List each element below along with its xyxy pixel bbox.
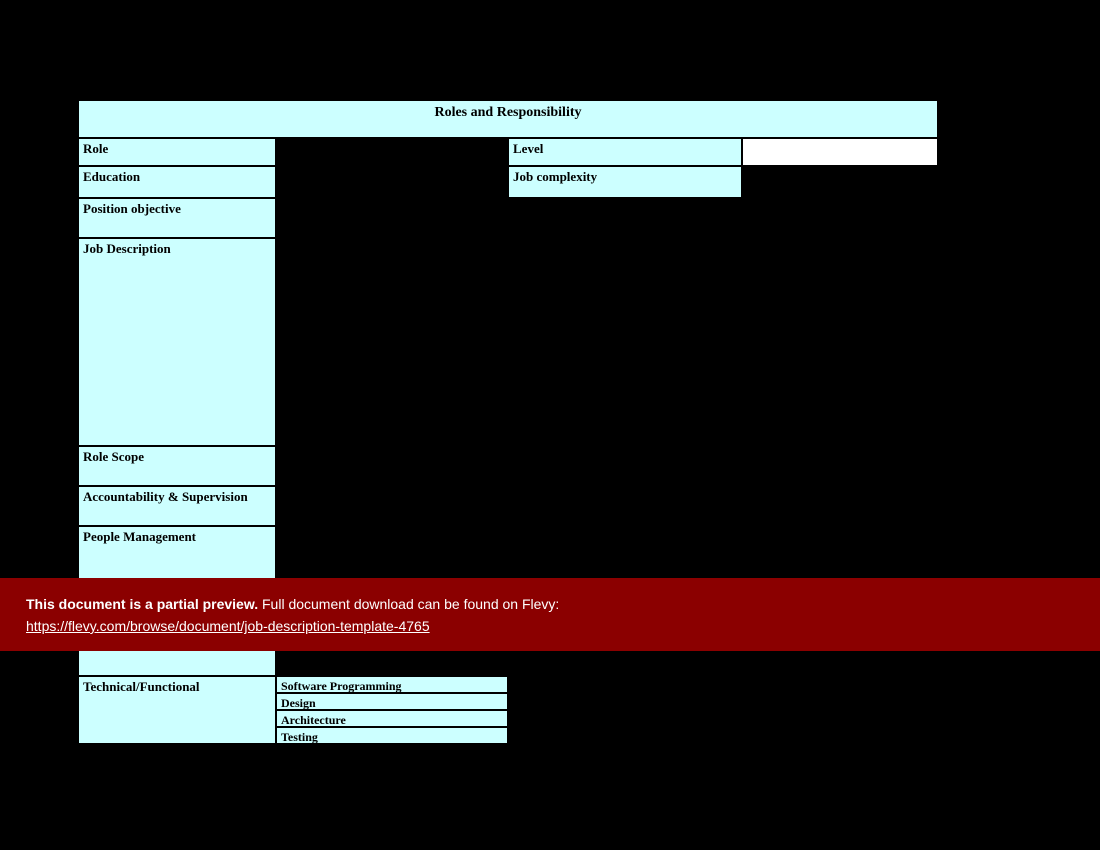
preview-banner: This document is a partial preview. Full… <box>0 578 1100 651</box>
education-label: Education <box>78 166 276 198</box>
tech-item-software-programming: Software Programming <box>276 676 508 693</box>
education-complexity-row: Education Job complexity <box>78 166 938 198</box>
banner-rest-text: Full document download can be found on F… <box>258 596 559 612</box>
position-objective-label: Position objective <box>78 198 276 238</box>
tech-item-architecture: Architecture <box>276 710 508 727</box>
title-cell: Roles and Responsibility <box>78 100 938 138</box>
level-label: Level <box>508 138 742 166</box>
accountability-row: Accountability & Supervision <box>78 486 938 526</box>
job-complexity-label: Job complexity <box>508 166 742 198</box>
people-management-row: People Management <box>78 526 938 566</box>
role-level-row: Role Level <box>78 138 938 166</box>
technical-functional-row: Technical/Functional Software Programmin… <box>78 676 938 744</box>
position-objective-row: Position objective <box>78 198 938 238</box>
banner-link[interactable]: https://flevy.com/browse/document/job-de… <box>26 618 430 634</box>
technical-functional-label: Technical/Functional <box>78 676 276 744</box>
tech-item-testing: Testing <box>276 727 508 744</box>
tech-item-design: Design <box>276 693 508 710</box>
job-description-label: Job Description <box>78 238 276 446</box>
title-row: Roles and Responsibility <box>78 100 938 138</box>
banner-text-line: This document is a partial preview. Full… <box>26 596 1074 612</box>
banner-bold-text: This document is a partial preview. <box>26 596 258 612</box>
job-description-row: Job Description <box>78 238 938 446</box>
role-scope-row: Role Scope <box>78 446 938 486</box>
people-management-label: People Management <box>78 526 276 566</box>
accountability-label: Accountability & Supervision <box>78 486 276 526</box>
level-value[interactable] <box>742 138 938 166</box>
role-label: Role <box>78 138 276 166</box>
role-scope-label: Role Scope <box>78 446 276 486</box>
